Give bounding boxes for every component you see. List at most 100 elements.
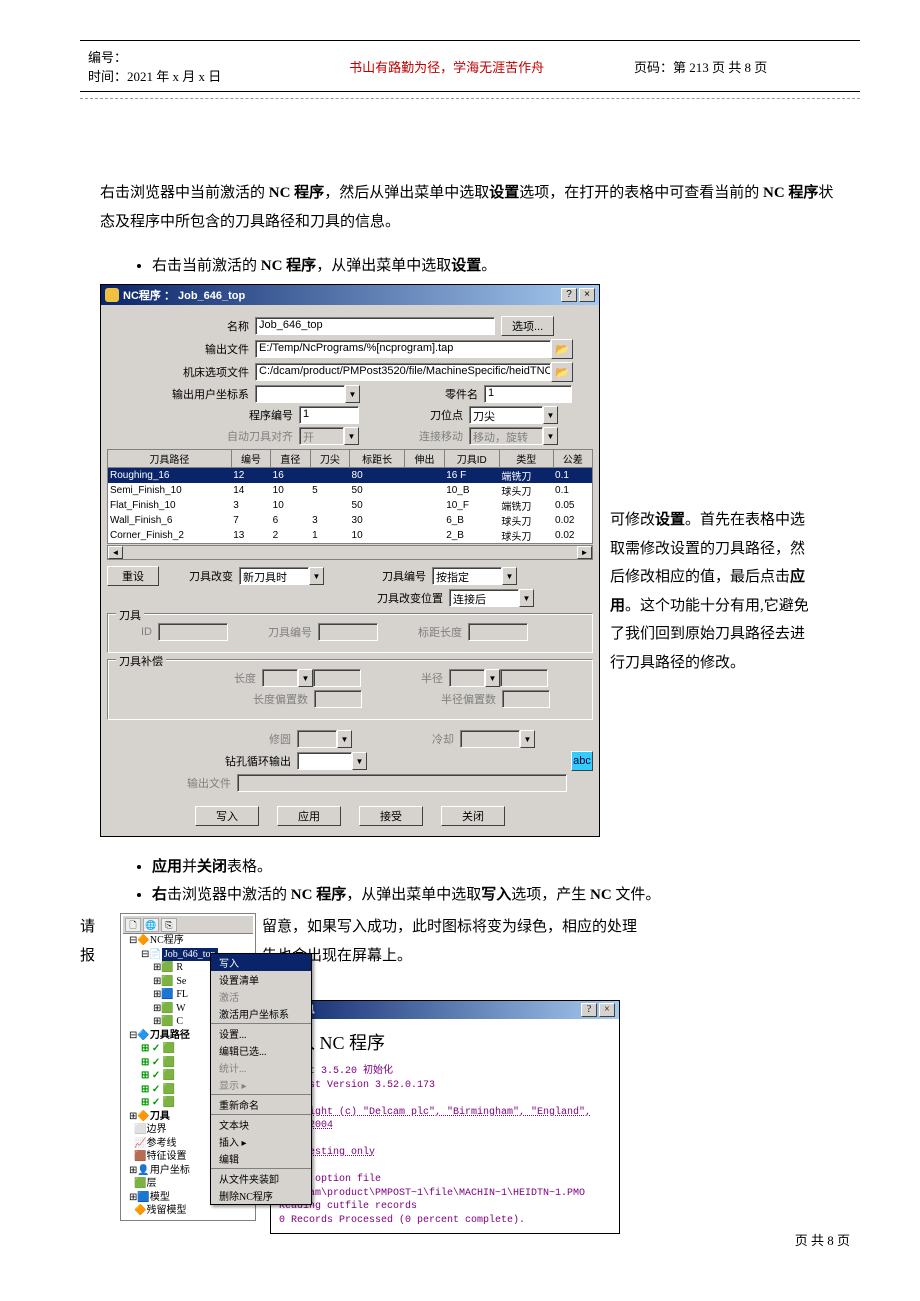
grid-header[interactable]: 公差 [553, 450, 592, 468]
grid-cell[interactable]: Corner_Finish_2 [108, 528, 232, 544]
input-drill[interactable] [297, 752, 352, 770]
grid-cell[interactable] [310, 498, 349, 513]
grid-cell[interactable]: 0.1 [553, 483, 592, 498]
help-button[interactable]: ? [581, 1003, 597, 1017]
menu-item[interactable]: 文本块 [211, 1116, 311, 1133]
grid-cell[interactable]: 80 [350, 468, 405, 484]
menu-item[interactable]: 统计... [211, 1059, 311, 1076]
grid-cell[interactable]: 3 [231, 498, 270, 513]
menu-item[interactable]: 激活用户坐标系 [211, 1005, 311, 1022]
grid-header[interactable]: 刀具路径 [108, 450, 232, 468]
dropdown-icon[interactable]: ▼ [543, 406, 558, 424]
grid-cell[interactable]: 10_F [444, 498, 499, 513]
tree-toolbar[interactable]: 🗋🌐⎘ [123, 916, 253, 934]
close-button[interactable]: × [599, 1003, 615, 1017]
grid-cell[interactable]: Flat_Finish_10 [108, 498, 232, 513]
menu-item[interactable]: 编辑 [211, 1150, 311, 1167]
input-name[interactable]: Job_646_top [255, 317, 495, 335]
grid-cell[interactable]: 2 [271, 528, 310, 544]
reset-button[interactable]: 重设 [107, 566, 159, 586]
grid-cell[interactable]: 5 [310, 483, 349, 498]
dropdown-icon[interactable]: ▼ [519, 589, 534, 607]
write-button[interactable]: 写入 [195, 806, 259, 826]
input-toolchangepos[interactable]: 连接后 [449, 589, 519, 607]
grid-cell[interactable]: 球头刀 [499, 513, 553, 528]
grid-cell[interactable]: 3 [310, 513, 349, 528]
input-toolnum[interactable]: 按指定 [432, 567, 502, 585]
grid-header[interactable]: 直径 [271, 450, 310, 468]
grid-cell[interactable]: 16 [271, 468, 310, 484]
input-machinefile[interactable]: C:/dcam/product/PMPost3520/file/MachineS… [255, 363, 551, 381]
tree-root[interactable]: ⊟🔶NC程序 [123, 934, 253, 948]
menu-item[interactable]: 从文件夹装卸 [211, 1170, 311, 1187]
grid-cell[interactable]: 50 [350, 498, 405, 513]
grid-cell[interactable]: Roughing_16 [108, 468, 232, 484]
scroll-left-icon[interactable]: ◄ [108, 546, 123, 559]
menu-item[interactable]: 设置... [211, 1025, 311, 1042]
help-button[interactable]: ? [561, 288, 577, 302]
grid-cell[interactable] [405, 528, 444, 544]
tree-group[interactable]: 🔶残留模型 [123, 1204, 253, 1218]
grid-cell[interactable]: 0.02 [553, 528, 592, 544]
grid-cell[interactable]: 6 [271, 513, 310, 528]
dropdown-icon[interactable]: ▼ [502, 567, 517, 585]
menu-item[interactable]: 显示 ▸ [211, 1076, 311, 1093]
browse-machine-icon[interactable]: 📂 [551, 362, 573, 382]
grid-cell[interactable]: 6_B [444, 513, 499, 528]
grid-cell[interactable]: 7 [231, 513, 270, 528]
grid-scrollbar[interactable]: ◄► [107, 545, 593, 560]
grid-cell[interactable]: 1 [310, 528, 349, 544]
grid-cell[interactable] [405, 483, 444, 498]
grid-cell[interactable]: 端铣刀 [499, 468, 553, 484]
grid-header[interactable]: 刀具ID [444, 450, 499, 468]
grid-cell[interactable]: 0.02 [553, 513, 592, 528]
grid-cell[interactable]: 球头刀 [499, 483, 553, 498]
input-partname[interactable]: 1 [484, 385, 572, 403]
table-row[interactable]: Semi_Finish_10141055010_B球头刀0.1 [108, 483, 593, 498]
close-button[interactable]: × [579, 288, 595, 302]
grid-cell[interactable]: Semi_Finish_10 [108, 483, 232, 498]
close-button-2[interactable]: 关闭 [441, 806, 505, 826]
grid-cell[interactable]: 14 [231, 483, 270, 498]
menu-item[interactable]: 设置清单 [211, 971, 311, 988]
grid-cell[interactable]: 10 [271, 483, 310, 498]
grid-header[interactable]: 编号 [231, 450, 270, 468]
menu-item[interactable]: 激活 [211, 988, 311, 1005]
input-ucs[interactable] [255, 385, 345, 403]
grid-cell[interactable] [405, 498, 444, 513]
abc-icon[interactable]: abc [571, 751, 593, 771]
grid-cell[interactable]: 10_B [444, 483, 499, 498]
grid-cell[interactable] [310, 468, 349, 484]
grid-cell[interactable]: 16 F [444, 468, 499, 484]
table-row[interactable]: Roughing_161216 80 16 F端铣刀0.1 [108, 468, 593, 484]
grid-cell[interactable]: 0.05 [553, 498, 592, 513]
table-row[interactable]: Wall_Finish_676330 6_B球头刀0.02 [108, 513, 593, 528]
grid-cell[interactable]: 12 [231, 468, 270, 484]
grid-cell[interactable]: 球头刀 [499, 528, 553, 544]
tb-icon[interactable]: ⎘ [161, 918, 177, 932]
grid-header[interactable]: 类型 [499, 450, 553, 468]
grid-cell[interactable]: 0.1 [553, 468, 592, 484]
grid-cell[interactable] [405, 468, 444, 484]
menu-item[interactable]: 编辑已选... [211, 1042, 311, 1059]
input-outputfile[interactable]: E:/Temp/NcPrograms/%[ncprogram].tap [255, 340, 551, 358]
table-row[interactable]: Flat_Finish_103105010_F端铣刀0.05 [108, 498, 593, 513]
table-row[interactable]: Corner_Finish_21321102_B球头刀0.02 [108, 528, 593, 544]
grid-cell[interactable]: 13 [231, 528, 270, 544]
grid-header[interactable]: 伸出 [405, 450, 444, 468]
toolpath-grid[interactable]: 刀具路径编号直径刀尖标距长伸出刀具ID类型公差 Roughing_1612168… [107, 449, 593, 544]
grid-header[interactable]: 刀尖 [310, 450, 349, 468]
menu-item[interactable]: 插入 ▸ [211, 1133, 311, 1150]
options-button[interactable]: 选项... [501, 316, 554, 336]
grid-cell[interactable]: 30 [350, 513, 405, 528]
grid-cell[interactable] [405, 513, 444, 528]
grid-header[interactable]: 标距长 [350, 450, 405, 468]
input-prognum[interactable]: 1 [299, 406, 359, 424]
menu-item[interactable]: 重新命名 [211, 1096, 311, 1113]
apply-button[interactable]: 应用 [277, 806, 341, 826]
dropdown-icon[interactable]: ▼ [309, 567, 324, 585]
grid-cell[interactable]: 10 [350, 528, 405, 544]
grid-cell[interactable]: Wall_Finish_6 [108, 513, 232, 528]
input-toolpoint[interactable]: 刀尖 [469, 406, 543, 424]
dropdown-icon[interactable]: ▼ [345, 385, 360, 403]
